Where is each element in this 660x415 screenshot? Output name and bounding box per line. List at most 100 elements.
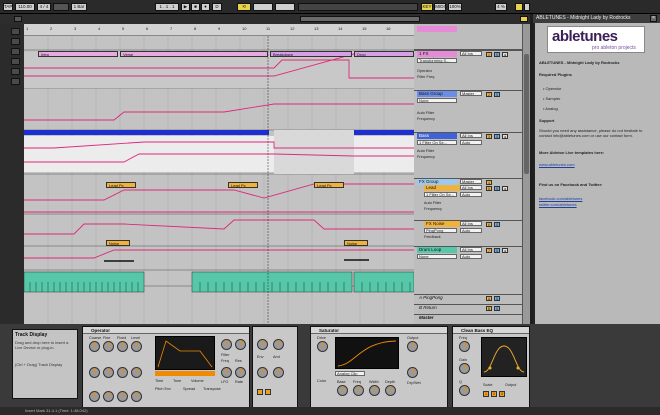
track-header[interactable]: 1 FX Sweep/Impact Transforming S... Oper… — [414, 50, 530, 88]
arrangement-clip[interactable]: Lead Pc — [314, 182, 344, 188]
envelope-display[interactable] — [155, 336, 215, 370]
track-name[interactable]: Master — [417, 315, 457, 321]
fixed-knob[interactable] — [117, 367, 128, 378]
activator-button[interactable]: 2 — [486, 92, 492, 97]
track-header[interactable]: Bass Group None Auto Filter Frequency Ma… — [414, 90, 530, 130]
fixed-knob[interactable] — [117, 391, 128, 402]
eq-curve-display[interactable] — [481, 337, 527, 377]
key-map-button[interactable]: KEY — [421, 3, 433, 11]
input-routing[interactable]: All Ins — [460, 133, 482, 138]
device-chooser[interactable]: None — [417, 254, 457, 259]
arrangement-overview[interactable] — [300, 16, 420, 22]
level-knob[interactable] — [131, 341, 142, 352]
toggle-button[interactable] — [265, 389, 271, 395]
filter-knob[interactable] — [257, 339, 268, 350]
arrangement-clip[interactable]: Breakdown — [270, 51, 352, 57]
q-knob[interactable] — [459, 385, 470, 396]
arrangement-view[interactable]: Intro Verse Breakdown Drop Lead Pc Lead … — [24, 24, 414, 324]
eq-device[interactable]: Clean Bass EQ Freq Gain Q Scale Output 1… — [452, 326, 530, 411]
arrangement-clip[interactable]: Drop — [354, 51, 414, 57]
scrollbar-thumb[interactable] — [524, 54, 529, 174]
close-icon[interactable]: × — [650, 15, 657, 22]
track-name[interactable]: 1 FX Sweep/Impact — [417, 51, 457, 62]
solo-button[interactable]: S — [494, 222, 500, 227]
input-routing[interactable]: All Ins — [460, 221, 482, 226]
loop-button[interactable]: ⟲ — [237, 3, 251, 11]
category-icon[interactable] — [11, 48, 20, 55]
solo-button[interactable]: S — [494, 92, 500, 97]
arrangement-clip[interactable]: Intro — [38, 51, 118, 57]
toggle-button[interactable] — [257, 389, 263, 395]
band-toggle[interactable]: 2 — [491, 391, 497, 397]
loop-length-field[interactable] — [275, 3, 295, 11]
device-chooser[interactable]: PingPong — [424, 228, 457, 233]
activator-button[interactable]: A — [486, 296, 492, 301]
solo-button[interactable]: S — [494, 296, 500, 301]
coarse-knob[interactable] — [89, 367, 100, 378]
category-icon[interactable] — [11, 58, 20, 65]
device-chooser[interactable]: 1 Filter On Se... — [417, 140, 457, 145]
solo-button[interactable]: S — [494, 306, 500, 311]
operator-tab-bar[interactable] — [155, 371, 215, 376]
output-knob[interactable] — [407, 341, 418, 352]
metronome-button[interactable] — [53, 3, 69, 11]
coarse-knob[interactable] — [89, 391, 100, 402]
track-name[interactable]: Bass Group — [417, 91, 457, 97]
track-name[interactable]: FX Noise — [424, 221, 460, 227]
output-routing[interactable]: Master — [460, 91, 482, 96]
return-track-header[interactable]: B Return B S — [414, 304, 530, 314]
track-name[interactable]: Lead — [424, 185, 460, 191]
activator-button[interactable]: B — [486, 306, 492, 311]
stop-button[interactable]: ■ — [191, 3, 200, 11]
freq-knob[interactable] — [353, 385, 364, 396]
device-chooser[interactable]: Transforming S... — [417, 58, 457, 63]
arm-button[interactable]: ● — [502, 186, 508, 191]
filter-knob[interactable] — [273, 339, 284, 350]
track-name[interactable]: Drum Loop — [417, 247, 457, 253]
zoom-field[interactable]: 100% — [448, 3, 462, 11]
coarse-knob[interactable] — [89, 341, 100, 352]
device-chooser[interactable]: None — [417, 98, 457, 103]
fine-knob[interactable] — [103, 367, 114, 378]
category-icon[interactable] — [11, 38, 20, 45]
draw-mode-button[interactable] — [14, 16, 22, 22]
filter-knob[interactable] — [257, 367, 268, 378]
midi-map-button[interactable]: MIDI — [434, 3, 446, 11]
play-button[interactable]: ▶ — [181, 3, 190, 11]
fine-knob[interactable] — [103, 391, 114, 402]
category-icon[interactable] — [11, 68, 20, 75]
track-name[interactable]: A PingPong — [417, 295, 457, 301]
solo-button[interactable]: S — [494, 52, 500, 57]
band-toggle[interactable]: 1 — [483, 391, 489, 397]
solo-button[interactable]: S — [494, 248, 500, 253]
input-routing[interactable]: All Ins — [460, 51, 482, 56]
width-knob[interactable] — [369, 385, 380, 396]
freq-knob[interactable] — [459, 341, 470, 352]
browser-toggle-icon[interactable] — [11, 28, 20, 35]
operator-device[interactable]: Operator Coarse Fine Fixed Level Filter … — [82, 326, 250, 411]
dry-wet-knob[interactable] — [407, 367, 418, 378]
depth-knob[interactable] — [385, 385, 396, 396]
solo-button[interactable]: S — [494, 134, 500, 139]
base-knob[interactable] — [337, 385, 348, 396]
arrangement-clip[interactable]: Noise — [344, 240, 368, 246]
quantize-menu[interactable]: 1 Bar — [71, 3, 87, 11]
website-link[interactable]: www.abletunes.com — [539, 162, 655, 167]
tempo-field[interactable]: 110.00 — [15, 3, 35, 11]
timeline-ruler[interactable]: 1 2 3 4 5 6 7 8 9 10 11 12 13 14 15 16 — [24, 24, 414, 36]
saturator-device[interactable]: Saturator Drive Output Dry/Wet Analog Cl… — [310, 326, 448, 411]
twitter-link[interactable]: twitter.com/abletunes — [539, 202, 655, 207]
category-icon[interactable] — [11, 78, 20, 85]
input-routing[interactable]: All Ins — [460, 185, 482, 190]
filter-freq-knob[interactable] — [221, 339, 232, 350]
loop-start-field[interactable] — [253, 3, 273, 11]
saturation-type-menu[interactable]: Analog Clip — [335, 371, 365, 376]
fine-knob[interactable] — [103, 341, 114, 352]
filter-res-knob[interactable] — [235, 339, 246, 350]
arm-button[interactable]: ● — [502, 134, 508, 139]
arm-button[interactable]: ● — [502, 52, 508, 57]
overdub-button[interactable]: D — [212, 3, 222, 11]
drive-knob[interactable] — [317, 341, 328, 352]
activator-button[interactable]: 6 — [486, 222, 492, 227]
activator-button[interactable]: 1 — [486, 52, 492, 57]
